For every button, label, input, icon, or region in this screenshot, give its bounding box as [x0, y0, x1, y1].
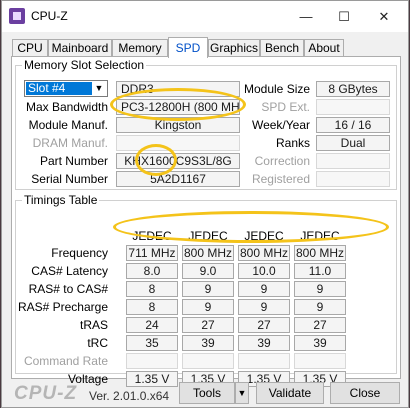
timings-cell: [238, 353, 290, 369]
timings-cell: 39: [182, 335, 234, 351]
tab-about[interactable]: About: [304, 39, 344, 56]
timings-cell: 27: [182, 317, 234, 333]
timings-cell: 27: [294, 317, 346, 333]
serial-number-field: 5A2D1167: [116, 171, 240, 187]
week-year-label: Week/Year: [251, 118, 310, 132]
timings-cell: 24: [126, 317, 178, 333]
timings-cell: 800 MHz: [182, 245, 234, 261]
timings-cell: 27: [238, 317, 290, 333]
timings-cell: 9: [238, 281, 290, 297]
timings-cell: 39: [294, 335, 346, 351]
timings-cell: 800 MHz: [294, 245, 346, 261]
close-button[interactable]: Close: [330, 382, 400, 404]
tab-cpu[interactable]: CPU: [12, 39, 48, 56]
dram-manuf-label: DRAM Manuf.: [32, 136, 108, 150]
ranks-label: Ranks: [275, 136, 310, 150]
close-window-button[interactable]: ✕: [366, 5, 402, 29]
timings-cell: 9.0: [182, 263, 234, 279]
timings-row-label: RAS# to CAS#: [28, 282, 108, 296]
slot-select[interactable]: Slot #4 ▼: [24, 80, 108, 97]
tab-bench[interactable]: Bench: [260, 39, 304, 56]
timings-row-label: tRAS: [79, 318, 108, 332]
title-bar: CPU-Z — ☐ ✕: [2, 1, 408, 32]
version-text: Ver. 2.01.0.x64: [89, 389, 170, 403]
window-title: CPU-Z: [31, 9, 68, 23]
timings-cell: 10.0: [238, 263, 290, 279]
validate-button[interactable]: Validate: [256, 382, 324, 404]
timings-cell: 35: [126, 335, 178, 351]
timings-table-title: Timings Table: [22, 193, 100, 207]
spd-ext-field: [316, 99, 390, 115]
memory-slot-selection-title: Memory Slot Selection: [22, 58, 147, 72]
timings-cell: [126, 353, 178, 369]
tools-dropdown-arrow-icon[interactable]: ▼: [235, 382, 249, 404]
max-bandwidth-field: PC3-12800H (800 MHz): [116, 99, 240, 115]
timings-cell: 9: [182, 299, 234, 315]
correction-label: Correction: [254, 154, 310, 168]
timings-cell: 9: [294, 281, 346, 297]
timings-cell: 800 MHz: [238, 245, 290, 261]
module-manuf-label: Module Manuf.: [28, 118, 108, 132]
tab-memory[interactable]: Memory: [112, 39, 168, 56]
cpuz-app-icon: [9, 8, 25, 24]
timings-cell: 711 MHz: [126, 245, 178, 261]
serial-number-label: Serial Number: [31, 172, 108, 186]
correction-field: [316, 153, 390, 169]
dram-manuf-field: [116, 135, 240, 151]
chevron-down-icon[interactable]: ▼: [92, 82, 106, 95]
part-number-field: KHX1600C9S3L/8G: [116, 153, 240, 169]
module-manuf-field: Kingston: [116, 117, 240, 133]
registered-field: [316, 171, 390, 187]
timings-cell: 9: [238, 299, 290, 315]
timings-cell: [294, 353, 346, 369]
spd-ext-label: SPD Ext.: [261, 100, 310, 114]
minimize-button[interactable]: —: [288, 5, 324, 29]
spd-panel: Memory Slot Selection Slot #4 ▼ DDR3 Max…: [11, 56, 401, 387]
max-bandwidth-label: Max Bandwidth: [25, 100, 108, 114]
timings-row-label: Frequency: [51, 246, 108, 260]
timings-row-label: tRC: [87, 336, 108, 350]
tools-button[interactable]: Tools: [179, 382, 235, 404]
timings-cell: 39: [238, 335, 290, 351]
module-size-field: 8 GBytes: [316, 81, 390, 97]
timings-cell: 9: [182, 281, 234, 297]
memory-type-field: DDR3: [116, 81, 240, 97]
cpuz-logo: CPU-Z: [14, 383, 78, 404]
timings-cell: 11.0: [294, 263, 346, 279]
cpuz-window: CPU-Z — ☐ ✕ CPU Mainboard Memory SPD Gra…: [1, 0, 409, 408]
ranks-field: Dual: [316, 135, 390, 151]
slot-select-value: Slot #4: [26, 82, 92, 95]
timings-cell: 8: [126, 299, 178, 315]
week-year-field: 16 / 16: [316, 117, 390, 133]
timings-cell: 9: [294, 299, 346, 315]
timings-cell: [182, 353, 234, 369]
timings-cell: 1.35 V: [126, 371, 178, 387]
timings-cell: 8.0: [126, 263, 178, 279]
timings-cell: 8: [126, 281, 178, 297]
timings-row-label: Command Rate: [23, 354, 108, 368]
tab-spd[interactable]: SPD: [168, 37, 208, 58]
timings-row-label: RAS# Precharge: [17, 300, 108, 314]
part-number-label: Part Number: [39, 154, 108, 168]
tab-graphics[interactable]: Graphics: [208, 39, 260, 56]
maximize-button[interactable]: ☐: [326, 5, 362, 29]
registered-label: Registered: [251, 172, 310, 186]
module-size-label: Module Size: [244, 82, 311, 96]
tab-mainboard[interactable]: Mainboard: [48, 39, 112, 56]
timings-row-label: CAS# Latency: [31, 264, 108, 278]
